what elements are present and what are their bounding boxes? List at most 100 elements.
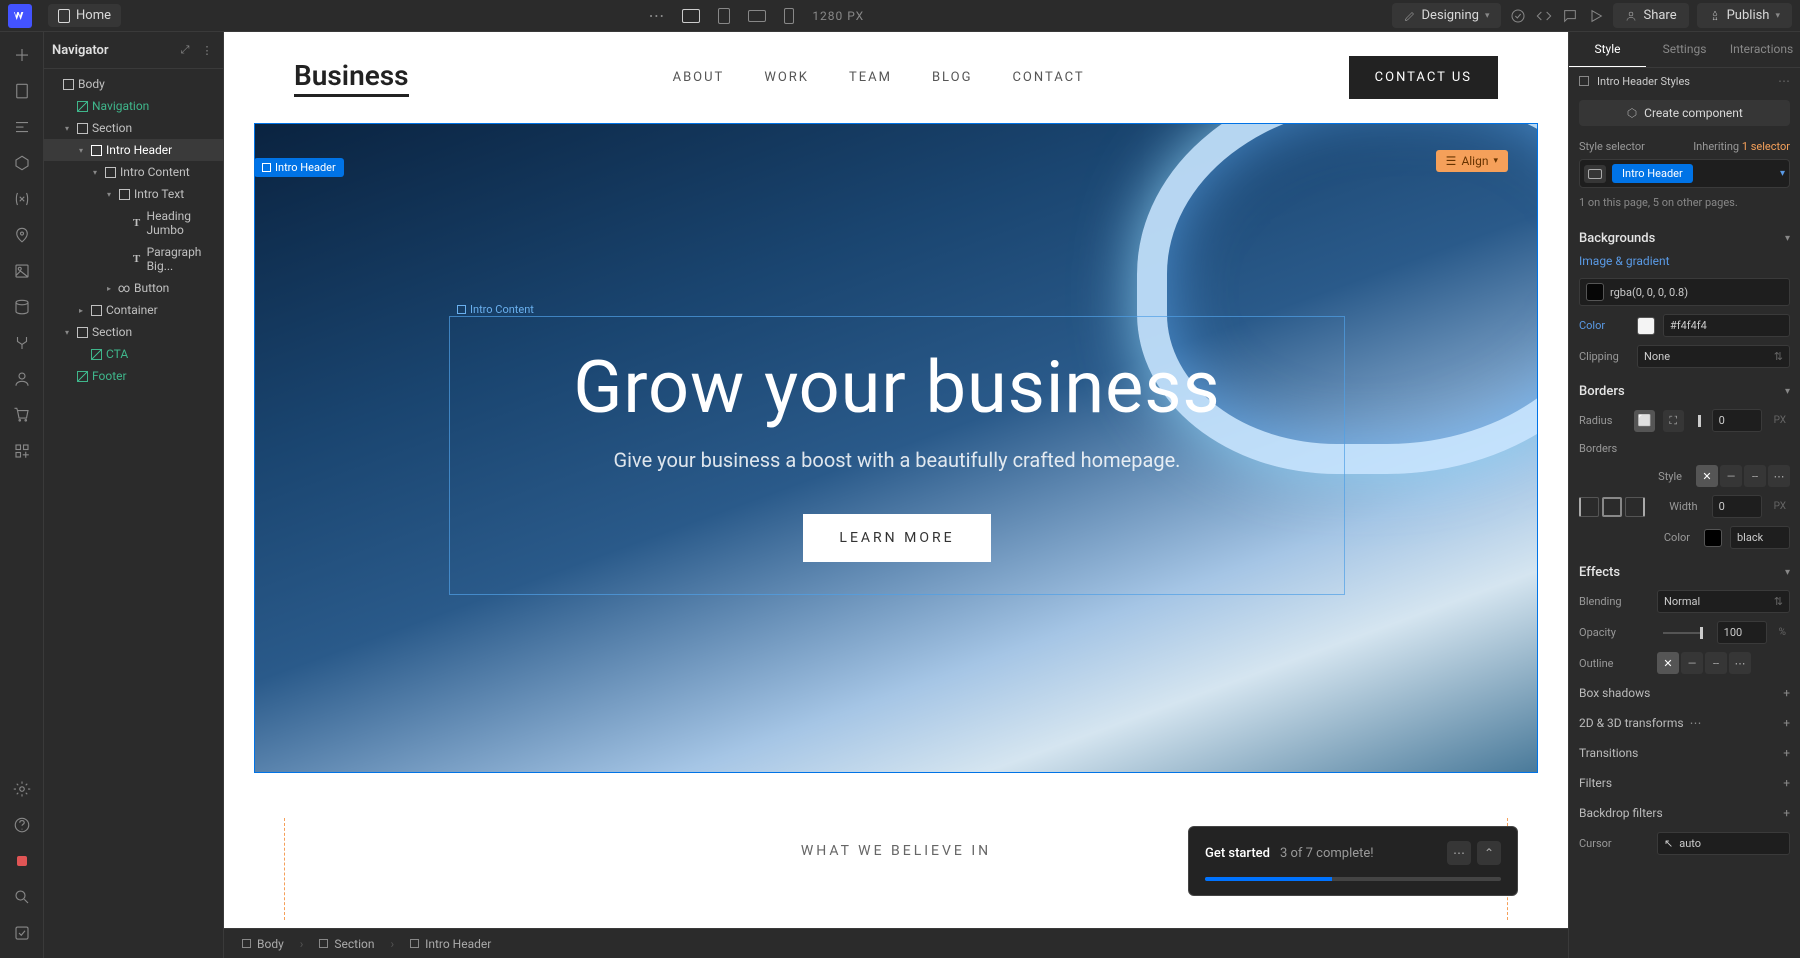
users-icon[interactable] bbox=[7, 364, 37, 394]
tree-row[interactable]: TParagraph Big... bbox=[44, 241, 223, 277]
selection-label-inner[interactable]: Intro Content bbox=[449, 300, 542, 319]
image-gradient-link[interactable]: Image & gradient bbox=[1569, 252, 1800, 274]
border-side-picker[interactable] bbox=[1579, 497, 1645, 517]
tree-toggle-icon[interactable]: ▾ bbox=[76, 146, 86, 155]
cms-icon[interactable] bbox=[7, 292, 37, 322]
ecommerce-icon[interactable] bbox=[7, 400, 37, 430]
border-dashed-icon[interactable]: -- bbox=[1744, 465, 1766, 487]
pages-icon[interactable] bbox=[7, 76, 37, 106]
class-selector[interactable]: Intro Header ▾ bbox=[1579, 159, 1790, 188]
share-button[interactable]: Share bbox=[1613, 3, 1688, 28]
breakpoint-tablet-icon[interactable] bbox=[718, 8, 730, 24]
selection-label-outer[interactable]: Intro Header bbox=[254, 158, 344, 177]
tree-row[interactable]: ▾Intro Header bbox=[44, 139, 223, 161]
unpin-icon[interactable]: ⤢ bbox=[177, 42, 193, 58]
preview-nav-link[interactable]: CONTACT bbox=[1012, 70, 1084, 85]
tree-toggle-icon[interactable]: ▾ bbox=[90, 168, 100, 177]
canvas[interactable]: Business ABOUTWORKTEAMBLOGCONTACT CONTAC… bbox=[224, 32, 1568, 958]
tree-row[interactable]: THeading Jumbo bbox=[44, 205, 223, 241]
outline-dashed-icon[interactable]: -- bbox=[1705, 652, 1727, 674]
outline-solid-icon[interactable]: — bbox=[1681, 652, 1703, 674]
filters-row[interactable]: Filters+ bbox=[1569, 768, 1800, 798]
effects-section-header[interactable]: Effects▾ bbox=[1569, 553, 1800, 586]
more-breakpoints-icon[interactable]: ⋯ bbox=[648, 6, 664, 25]
components-icon[interactable] bbox=[7, 148, 37, 178]
transitions-row[interactable]: Transitions+ bbox=[1569, 738, 1800, 768]
close-panel-icon[interactable]: ⋮ bbox=[199, 42, 215, 58]
variables-icon[interactable] bbox=[7, 184, 37, 214]
color-swatch[interactable] bbox=[1637, 317, 1655, 335]
preview-hero-section[interactable]: Intro Content Grow your business Give yo… bbox=[254, 123, 1538, 773]
tree-row[interactable]: ▸∞Button bbox=[44, 277, 223, 299]
tree-row[interactable]: ▾Section bbox=[44, 321, 223, 343]
preview-nav-link[interactable]: ABOUT bbox=[673, 70, 725, 85]
publish-button[interactable]: Publish ▾ bbox=[1697, 3, 1792, 28]
radius-value[interactable]: 0 bbox=[1712, 409, 1762, 432]
background-value[interactable]: rgba(0, 0, 0, 0.8) bbox=[1579, 278, 1790, 306]
border-left-icon[interactable] bbox=[1579, 497, 1599, 517]
breakpoint-icon[interactable] bbox=[1584, 165, 1606, 183]
mode-dropdown[interactable]: Designing ▾ bbox=[1392, 3, 1502, 28]
selector-chip[interactable]: Intro Header bbox=[1612, 164, 1693, 183]
border-color-swatch[interactable] bbox=[1704, 529, 1722, 547]
inheriting-text[interactable]: Inheriting 1 selector bbox=[1693, 140, 1790, 153]
cursor-select[interactable]: ↖ auto bbox=[1657, 832, 1790, 855]
toast-collapse-icon[interactable]: ⌃ bbox=[1477, 841, 1501, 865]
backgrounds-section-header[interactable]: Backgrounds▾ bbox=[1569, 219, 1800, 252]
tree-row[interactable]: Body bbox=[44, 73, 223, 95]
preview-nav-link[interactable]: BLOG bbox=[932, 70, 973, 85]
comments-icon[interactable] bbox=[1561, 7, 1579, 25]
opacity-slider[interactable] bbox=[1663, 632, 1703, 634]
tree-row[interactable]: Navigation bbox=[44, 95, 223, 117]
breakpoint-phone-landscape-icon[interactable] bbox=[748, 10, 766, 22]
color-field[interactable]: #f4f4f4 bbox=[1663, 314, 1790, 337]
page-selector[interactable]: Home bbox=[48, 4, 121, 27]
clipping-select[interactable]: None⇅ bbox=[1637, 345, 1790, 368]
tree-toggle-icon[interactable]: ▸ bbox=[76, 306, 86, 315]
breakpoint-phone-icon[interactable] bbox=[784, 8, 794, 24]
preview-nav-link[interactable]: WORK bbox=[764, 70, 809, 85]
more-icon[interactable]: ⋯ bbox=[1778, 74, 1790, 88]
canvas-width[interactable]: 1280 PX bbox=[812, 9, 864, 23]
apps-icon[interactable] bbox=[7, 436, 37, 466]
preview-icon[interactable] bbox=[1587, 7, 1605, 25]
tree-row[interactable]: CTA bbox=[44, 343, 223, 365]
tree-toggle-icon[interactable]: ▾ bbox=[62, 124, 72, 133]
audit-panel-icon[interactable] bbox=[7, 918, 37, 948]
transforms-row[interactable]: 2D & 3D transforms⋯+ bbox=[1569, 708, 1800, 738]
border-dotted-icon[interactable]: ⋯ bbox=[1768, 465, 1790, 487]
quick-align-button[interactable]: ☰ Align ▾ bbox=[1436, 150, 1508, 172]
tree-row[interactable]: Footer bbox=[44, 365, 223, 387]
create-component-button[interactable]: Create component bbox=[1579, 100, 1790, 126]
border-right-icon[interactable] bbox=[1625, 497, 1645, 517]
tree-toggle-icon[interactable]: ▸ bbox=[104, 284, 114, 293]
breadcrumb-item[interactable]: Section bbox=[311, 934, 382, 954]
webflow-logo-icon[interactable] bbox=[8, 4, 32, 28]
tree-row[interactable]: ▸Container bbox=[44, 299, 223, 321]
outline-none-icon[interactable]: ✕ bbox=[1657, 652, 1679, 674]
tree-toggle-icon[interactable]: ▾ bbox=[104, 190, 114, 199]
tree-row[interactable]: ▾Section bbox=[44, 117, 223, 139]
backdrop-row[interactable]: Backdrop filters+ bbox=[1569, 798, 1800, 828]
preview-heading[interactable]: Grow your business bbox=[470, 345, 1324, 430]
code-icon[interactable] bbox=[1535, 7, 1553, 25]
breakpoint-desktop-icon[interactable] bbox=[682, 9, 700, 23]
breadcrumb-item[interactable]: Intro Header bbox=[402, 934, 499, 954]
add-element-icon[interactable] bbox=[7, 40, 37, 70]
rp-tab-settings[interactable]: Settings bbox=[1646, 32, 1723, 67]
blending-select[interactable]: Normal⇅ bbox=[1657, 590, 1790, 613]
help-icon[interactable] bbox=[7, 810, 37, 840]
rp-tab-style[interactable]: Style bbox=[1569, 32, 1646, 67]
border-all-icon[interactable] bbox=[1602, 497, 1622, 517]
box-shadows-row[interactable]: Box shadows+ bbox=[1569, 678, 1800, 708]
breadcrumb-item[interactable]: Body bbox=[234, 934, 292, 954]
border-width-value[interactable]: 0 bbox=[1712, 495, 1762, 518]
opacity-value[interactable]: 100 bbox=[1717, 621, 1767, 644]
assets-icon[interactable] bbox=[7, 256, 37, 286]
border-none-icon[interactable]: ✕ bbox=[1696, 465, 1718, 487]
video-icon[interactable] bbox=[7, 846, 37, 876]
tree-row[interactable]: ▾Intro Content bbox=[44, 161, 223, 183]
toast-more-icon[interactable]: ⋯ bbox=[1447, 841, 1471, 865]
rp-tab-interactions[interactable]: Interactions bbox=[1723, 32, 1800, 67]
radius-individual-icon[interactable]: ⛶ bbox=[1663, 410, 1684, 432]
